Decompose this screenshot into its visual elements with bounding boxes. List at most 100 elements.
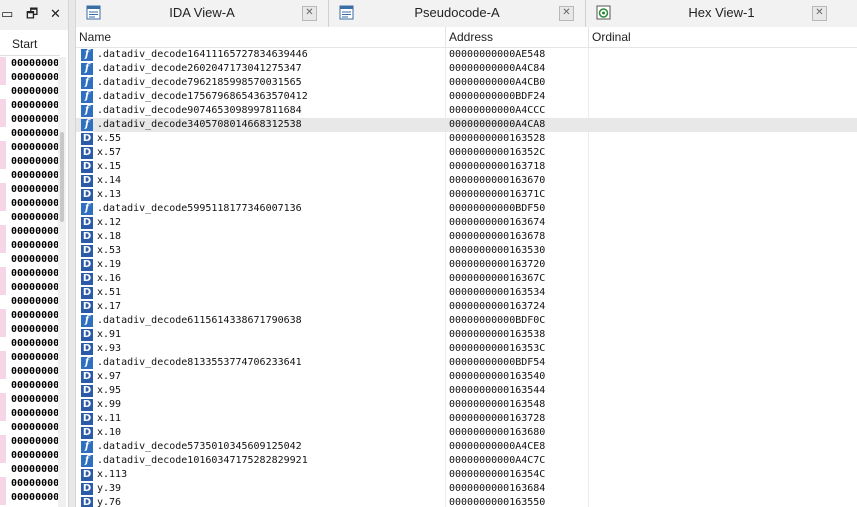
export-name: .datadiv_decode8133553774706233641 — [97, 357, 302, 368]
left-list-item[interactable]: 00000000 — [0, 267, 58, 281]
left-list-item[interactable]: 00000000 — [0, 253, 58, 267]
table-row[interactable]: f .datadiv_decode7962185998570031565 00000… — [76, 76, 857, 90]
table-row[interactable]: Dx.10 0000000000163680 — [76, 426, 857, 440]
left-list-item[interactable]: 00000000 — [0, 309, 58, 323]
table-row[interactable]: Dx.55 0000000000163528 — [76, 132, 857, 146]
left-list-item[interactable]: 00000000 — [0, 211, 58, 225]
left-list-item[interactable]: 00000000 — [0, 435, 58, 449]
left-list-item[interactable]: 00000000 — [0, 71, 58, 85]
left-list-item[interactable]: 00000000 — [0, 141, 58, 155]
left-list-item[interactable]: 00000000 — [0, 393, 58, 407]
left-list-item[interactable]: 00000000 — [0, 239, 58, 253]
table-row[interactable]: Dx.93 000000000016353C — [76, 342, 857, 356]
left-list-item[interactable]: 00000000 — [0, 99, 58, 113]
left-list-item[interactable]: 00000000 — [0, 155, 58, 169]
export-address: 00000000000A4CCC — [449, 105, 546, 116]
export-address: 0000000000163538 — [449, 329, 546, 340]
pane-splitter[interactable] — [68, 0, 76, 507]
table-row[interactable]: f .datadiv_decode5995118177346007136 00000… — [76, 202, 857, 216]
table-row[interactable]: Dx.15 0000000000163718 — [76, 160, 857, 174]
left-list-item[interactable]: 00000000 — [0, 421, 58, 435]
left-list-item[interactable]: 00000000 — [0, 113, 58, 127]
table-row[interactable]: Dx.18 0000000000163678 — [76, 230, 857, 244]
restore-icon[interactable]: 🗗 — [26, 7, 38, 23]
table-row[interactable]: Dx.16 000000000016367C — [76, 272, 857, 286]
left-list-item-address: 00000000 — [11, 268, 58, 279]
row-marker — [0, 113, 6, 127]
tab-pseudocode[interactable]: Pseudocode-A ✕ — [329, 0, 586, 27]
table-row[interactable]: Dy.39 0000000000163684 — [76, 482, 857, 496]
left-list-item-address: 00000000 — [11, 128, 58, 139]
close-icon[interactable]: ✕ — [50, 7, 61, 23]
table-row[interactable]: Dx.113 000000000016354C — [76, 468, 857, 482]
table-row[interactable]: Dy.76 0000000000163550 — [76, 496, 857, 507]
column-header-ordinal[interactable]: Ordinal — [589, 27, 857, 47]
left-list-item[interactable]: 00000000 — [0, 491, 58, 505]
data-symbol-icon: D — [81, 371, 93, 383]
table-row[interactable]: Dx.12 0000000000163674 — [76, 216, 857, 230]
column-header-name[interactable]: Name — [76, 27, 446, 47]
left-list-item[interactable]: 00000000 — [0, 183, 58, 197]
close-icon[interactable]: ✕ — [302, 6, 317, 21]
table-row[interactable]: f .datadiv_decode5735010345609125042 00000… — [76, 440, 857, 454]
left-list-item-address: 00000000 — [11, 72, 58, 83]
export-address: 00000000000AE548 — [449, 49, 546, 60]
data-symbol-icon: D — [81, 385, 93, 397]
export-address: 0000000000163548 — [449, 399, 546, 410]
table-row[interactable]: f .datadiv_decode10160347175282829921 0000… — [76, 454, 857, 468]
export-address: 0000000000163530 — [449, 245, 546, 256]
tab-ida-view[interactable]: IDA View-A ✕ — [76, 0, 329, 27]
table-row[interactable]: f .datadiv_decode3405708014668312538 00000… — [76, 118, 857, 132]
close-icon[interactable]: ✕ — [812, 6, 827, 21]
row-marker — [0, 323, 6, 337]
left-list-item[interactable]: 00000000 — [0, 295, 58, 309]
left-scrollbar-thumb[interactable] — [60, 132, 64, 222]
close-icon[interactable]: ✕ — [559, 6, 574, 21]
export-name: y.76 — [97, 497, 122, 507]
table-row[interactable]: Dx.14 0000000000163670 — [76, 174, 857, 188]
left-list-item[interactable]: 00000000 — [0, 449, 58, 463]
table-row[interactable]: Dx.17 0000000000163724 — [76, 300, 857, 314]
left-list-item[interactable]: 00000000 — [0, 57, 58, 71]
column-header-address[interactable]: Address — [446, 27, 589, 47]
table-row[interactable]: Dx.11 0000000000163728 — [76, 412, 857, 426]
table-row[interactable]: f .datadiv_decode6115614338671790638 00000… — [76, 314, 857, 328]
tab-hex-view[interactable]: Hex View-1 ✕ — [586, 0, 857, 27]
table-row[interactable]: Dx.51 0000000000163534 — [76, 286, 857, 300]
left-list-item[interactable]: 00000000 — [0, 323, 58, 337]
table-row[interactable]: Dx.57 000000000016352C — [76, 146, 857, 160]
left-list-item[interactable]: 00000000 — [0, 477, 58, 491]
left-list-item[interactable]: 00000000 — [0, 127, 58, 141]
table-row[interactable]: Dx.95 0000000000163544 — [76, 384, 857, 398]
left-scrollbar[interactable] — [58, 57, 66, 507]
left-list-item-address: 00000000 — [11, 156, 58, 167]
table-row[interactable]: f .datadiv_decode17567968654363570412 0000… — [76, 90, 857, 104]
table-row[interactable]: Dx.13 000000000016371C — [76, 188, 857, 202]
table-row[interactable]: f .datadiv_decode2602047173041275347 00000… — [76, 62, 857, 76]
table-row[interactable]: Dx.97 0000000000163540 — [76, 370, 857, 384]
table-row[interactable]: Dx.19 0000000000163720 — [76, 258, 857, 272]
table-row[interactable]: f .datadiv_decode16411165727834639446 0000… — [76, 48, 857, 62]
left-list-item[interactable]: 00000000 — [0, 351, 58, 365]
table-row[interactable]: Dx.53 0000000000163530 — [76, 244, 857, 258]
left-list-item[interactable]: 00000000 — [0, 197, 58, 211]
export-address: 0000000000163680 — [449, 427, 546, 438]
left-list-item[interactable]: 00000000 — [0, 337, 58, 351]
left-list-item[interactable]: 00000000 — [0, 169, 58, 183]
start-column-header[interactable]: Start — [0, 33, 60, 56]
left-list-item[interactable]: 00000000 — [0, 379, 58, 393]
table-row[interactable]: f .datadiv_decode9074653098997811684 00000… — [76, 104, 857, 118]
left-list-item[interactable]: 00000000 — [0, 225, 58, 239]
export-name: x.93 — [97, 343, 122, 354]
export-name: .datadiv_decode16411165727834639446 — [97, 49, 308, 60]
minimize-icon[interactable]: ▭ — [1, 7, 13, 23]
left-list-item[interactable]: 00000000 — [0, 463, 58, 477]
left-list-item[interactable]: 00000000 — [0, 85, 58, 99]
table-row[interactable]: Dx.91 0000000000163538 — [76, 328, 857, 342]
data-symbol-icon: D — [81, 175, 93, 187]
table-row[interactable]: Dx.99 0000000000163548 — [76, 398, 857, 412]
left-list-item[interactable]: 00000000 — [0, 407, 58, 421]
left-list-item[interactable]: 00000000 — [0, 281, 58, 295]
left-list-item[interactable]: 00000000 — [0, 365, 58, 379]
table-row[interactable]: f .datadiv_decode8133553774706233641 00000… — [76, 356, 857, 370]
